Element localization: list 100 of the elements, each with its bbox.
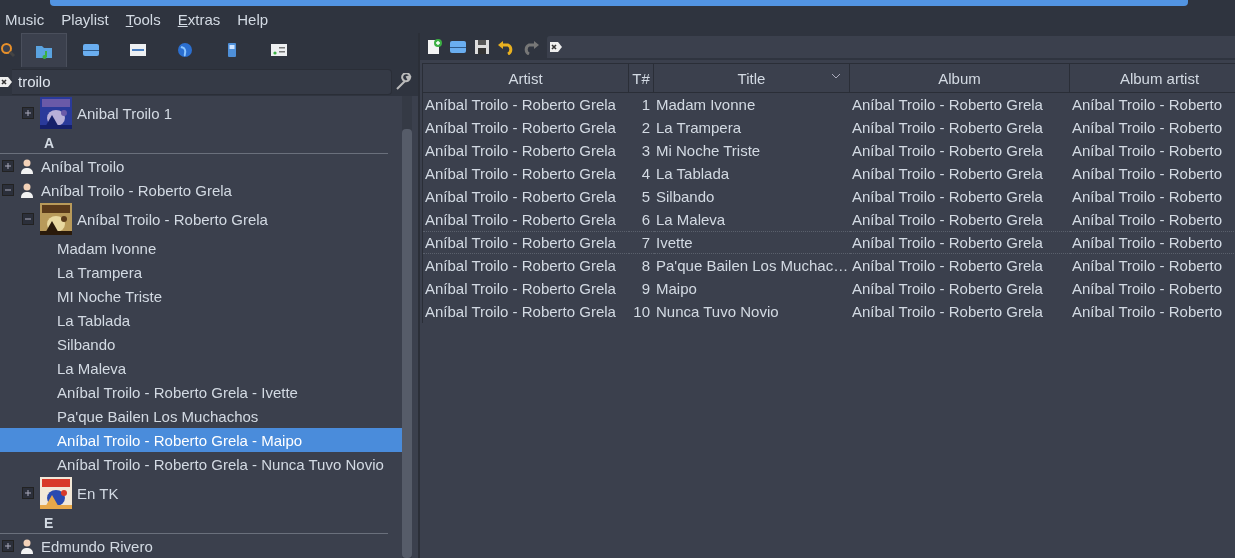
track-item[interactable]: Aníbal Troilo - Roberto Grela - Nunca Tuvo Novio	[0, 452, 402, 476]
track-item[interactable]: Silbando	[0, 332, 402, 356]
album-item[interactable]: Anibal Troilo 1	[0, 97, 402, 129]
album-item[interactable]: Aníbal Troilo - Roberto Grela	[0, 203, 402, 235]
table-cell-text: Aníbal Troilo - Roberto	[1071, 210, 1224, 230]
clear-icon[interactable]	[0, 75, 12, 88]
table-cell-text: Nunca Tuvo Novio	[655, 302, 780, 322]
undo-icon[interactable]	[497, 38, 515, 55]
table-cell-text: Aníbal Troilo - Roberto Grela	[851, 141, 1044, 161]
scrollbar[interactable]	[402, 96, 412, 558]
window-list-icon	[129, 43, 147, 57]
table-cell-text: Aníbal Troilo - Roberto Grela	[424, 187, 617, 207]
table-cell-text: Aníbal Troilo - Roberto	[1071, 256, 1224, 276]
table-cell-text: Aníbal Troilo - Roberto Grela	[851, 187, 1044, 207]
table-cell-text: Aníbal Troilo - Roberto	[1071, 187, 1224, 207]
table-cell-text: 2	[640, 118, 651, 138]
table-cell-text: Maipo	[655, 279, 698, 299]
table-cell-text: Aníbal Troilo - Roberto Grela	[851, 302, 1044, 322]
table-cell-text: Madam Ivonne	[655, 95, 757, 115]
close-icon[interactable]	[550, 40, 562, 53]
table-cell-text: Aníbal Troilo - Roberto	[1071, 95, 1224, 115]
table-cell-text: Aníbal Troilo - Roberto Grela	[851, 210, 1044, 230]
table-cell-text: Aníbal Troilo - Roberto Grela	[424, 302, 617, 322]
user-icon	[20, 182, 34, 198]
table-cell-text: Silbando	[655, 187, 716, 207]
track-item[interactable]: Pa'que Bailen Los Muchachos	[0, 404, 402, 428]
expand-icon[interactable]	[22, 487, 34, 499]
table-cell-text: Aníbal Troilo - Roberto	[1071, 302, 1224, 322]
table-cell-text: 10	[632, 302, 651, 322]
new-playlist-icon[interactable]	[426, 38, 442, 55]
table-cell-text: La Maleva	[655, 210, 727, 230]
table-cell-text: Aníbal Troilo - Roberto	[1071, 279, 1224, 299]
table-cell-text: 1	[640, 95, 651, 115]
table-cell-text: Aníbal Troilo - Roberto	[1071, 164, 1224, 184]
music-document-icon	[270, 43, 288, 57]
drive-icon[interactable]	[449, 39, 467, 54]
table-cell-text: Aníbal Troilo - Roberto Grela	[424, 141, 617, 161]
save-icon[interactable]	[474, 38, 490, 55]
table-cell-text: Aníbal Troilo - Roberto Grela	[851, 164, 1044, 184]
collapse-icon[interactable]	[22, 213, 34, 225]
section-letter: E	[0, 510, 388, 534]
artist-item[interactable]: Aníbal Troilo	[0, 154, 402, 178]
table-cell: Ivette	[654, 231, 850, 254]
user-icon	[20, 538, 34, 554]
table-cell-text: Aníbal Troilo - Roberto Grela	[424, 279, 617, 299]
artist-item[interactable]: Edmundo Rivero	[0, 534, 402, 558]
table-cell-text: Aníbal Troilo - Roberto Grela	[851, 118, 1044, 138]
column-header[interactable]: Album	[850, 64, 1070, 93]
menu-item[interactable]: Tools	[125, 11, 172, 28]
track-item[interactable]: La Maleva	[0, 356, 402, 380]
column-header[interactable]: T#	[629, 64, 654, 93]
table-cell-text: 5	[640, 187, 651, 207]
menu-item[interactable]: Extras	[177, 11, 232, 28]
globe-icon	[177, 42, 193, 58]
table-cell-text: Aníbal Troilo - Roberto Grela	[424, 95, 617, 115]
table-cell-text: La Tablada	[655, 164, 731, 184]
table-cell-text: Aníbal Troilo - Roberto	[1071, 141, 1224, 161]
expand-icon[interactable]	[2, 160, 14, 172]
menu-item[interactable]: Playlist	[61, 11, 120, 28]
expand-icon[interactable]	[2, 540, 14, 552]
table-cell-text: 3	[640, 141, 651, 161]
track-item[interactable]: La Trampera	[0, 260, 402, 284]
table-cell-text: Aníbal Troilo - Roberto Grela	[424, 210, 617, 230]
table-cell-text: Aníbal Troilo - Roberto Grela	[851, 279, 1044, 299]
table-cell-text: 6	[640, 210, 651, 230]
column-header[interactable]: Album artist	[1070, 64, 1235, 93]
table-cell-text: Aníbal Troilo - Roberto Grela	[851, 256, 1044, 276]
column-header[interactable]: Title	[654, 64, 850, 93]
table-cell: Aníbal Troilo - Roberto	[1070, 231, 1235, 254]
table-cell-text: 9	[640, 279, 651, 299]
table-cell-text: Aníbal Troilo - Roberto Grela	[851, 95, 1044, 115]
redo-icon[interactable]	[522, 38, 540, 55]
table-cell-text: La Trampera	[655, 118, 743, 138]
track-item[interactable]: Aníbal Troilo - Roberto Grela - Ivette	[0, 380, 402, 404]
table-cell-text: 4	[640, 164, 651, 184]
search-icon	[0, 42, 16, 58]
album-item[interactable]: En TK	[0, 477, 402, 509]
table-cell-text: Aníbal Troilo - Roberto Grela	[424, 256, 617, 276]
table-cell-text: Aníbal Troilo - Roberto Grela	[424, 118, 617, 138]
table-cell-text: 8	[640, 256, 651, 276]
user-icon	[20, 158, 34, 174]
table-cell: 7	[629, 231, 654, 254]
track-item[interactable]: MI Noche Triste	[0, 284, 402, 308]
expand-icon[interactable]	[22, 107, 34, 119]
track-item[interactable]: Madam Ivonne	[0, 236, 402, 260]
column-header[interactable]: Artist	[423, 64, 629, 93]
table-cell-text: Aníbal Troilo - Roberto	[1071, 118, 1224, 138]
table-cell: Aníbal Troilo - Roberto Grela	[850, 231, 1070, 254]
menu-item[interactable]: Help	[237, 11, 280, 28]
media-player-icon	[227, 42, 237, 58]
section-letter: A	[0, 130, 388, 154]
table-cell-text: Pa'que Bailen Los Muchac…	[655, 256, 850, 276]
table-cell: Aníbal Troilo - Roberto Grela	[423, 231, 629, 254]
drive-icon	[82, 43, 100, 57]
table-cell-text: Aníbal Troilo - Roberto Grela	[424, 164, 617, 184]
track-item[interactable]: La Tablada	[0, 308, 402, 332]
artist-item[interactable]: Aníbal Troilo - Roberto Grela	[0, 178, 402, 202]
search-field[interactable]: troilo	[12, 68, 392, 95]
menu-item[interactable]: Music	[5, 11, 56, 28]
collapse-icon[interactable]	[2, 184, 14, 196]
